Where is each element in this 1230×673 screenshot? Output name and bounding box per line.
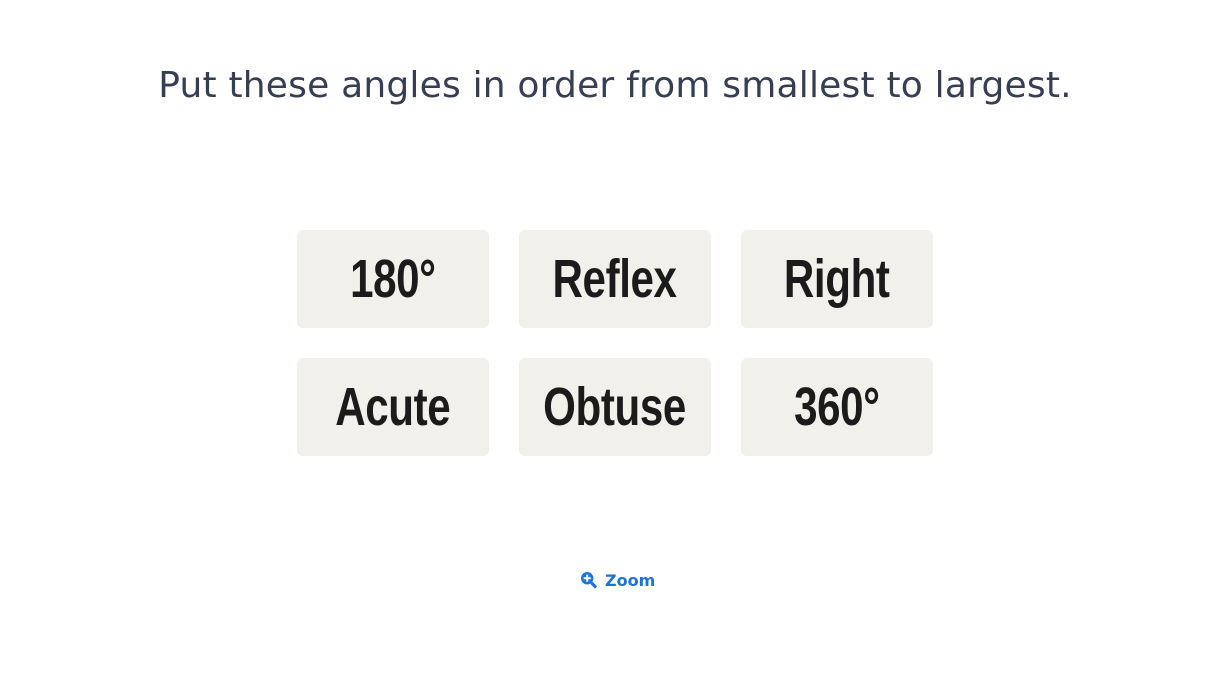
answer-card-label: 180° [350, 249, 436, 309]
answer-card-grid: 180° Reflex Right Acute Obtuse 360° [297, 230, 933, 456]
answer-card-label: Reflex [552, 249, 678, 309]
answer-card[interactable]: 360° [741, 358, 933, 456]
answer-card[interactable]: Obtuse [519, 358, 711, 456]
answer-card[interactable]: Right [741, 230, 933, 328]
answer-card[interactable]: Acute [297, 358, 489, 456]
answer-card-label: Obtuse [543, 377, 687, 437]
answer-card[interactable]: 180° [297, 230, 489, 328]
zoom-label: Zoom [605, 570, 656, 590]
answer-card-label: 360° [794, 377, 880, 437]
question-prompt: Put these angles in order from smallest … [158, 65, 1072, 106]
zoom-in-icon [580, 571, 598, 589]
answer-card-label: Acute [335, 377, 451, 437]
zoom-button[interactable]: Zoom [580, 568, 655, 592]
answer-card[interactable]: Reflex [519, 230, 711, 328]
answer-card-label: Right [784, 249, 890, 309]
